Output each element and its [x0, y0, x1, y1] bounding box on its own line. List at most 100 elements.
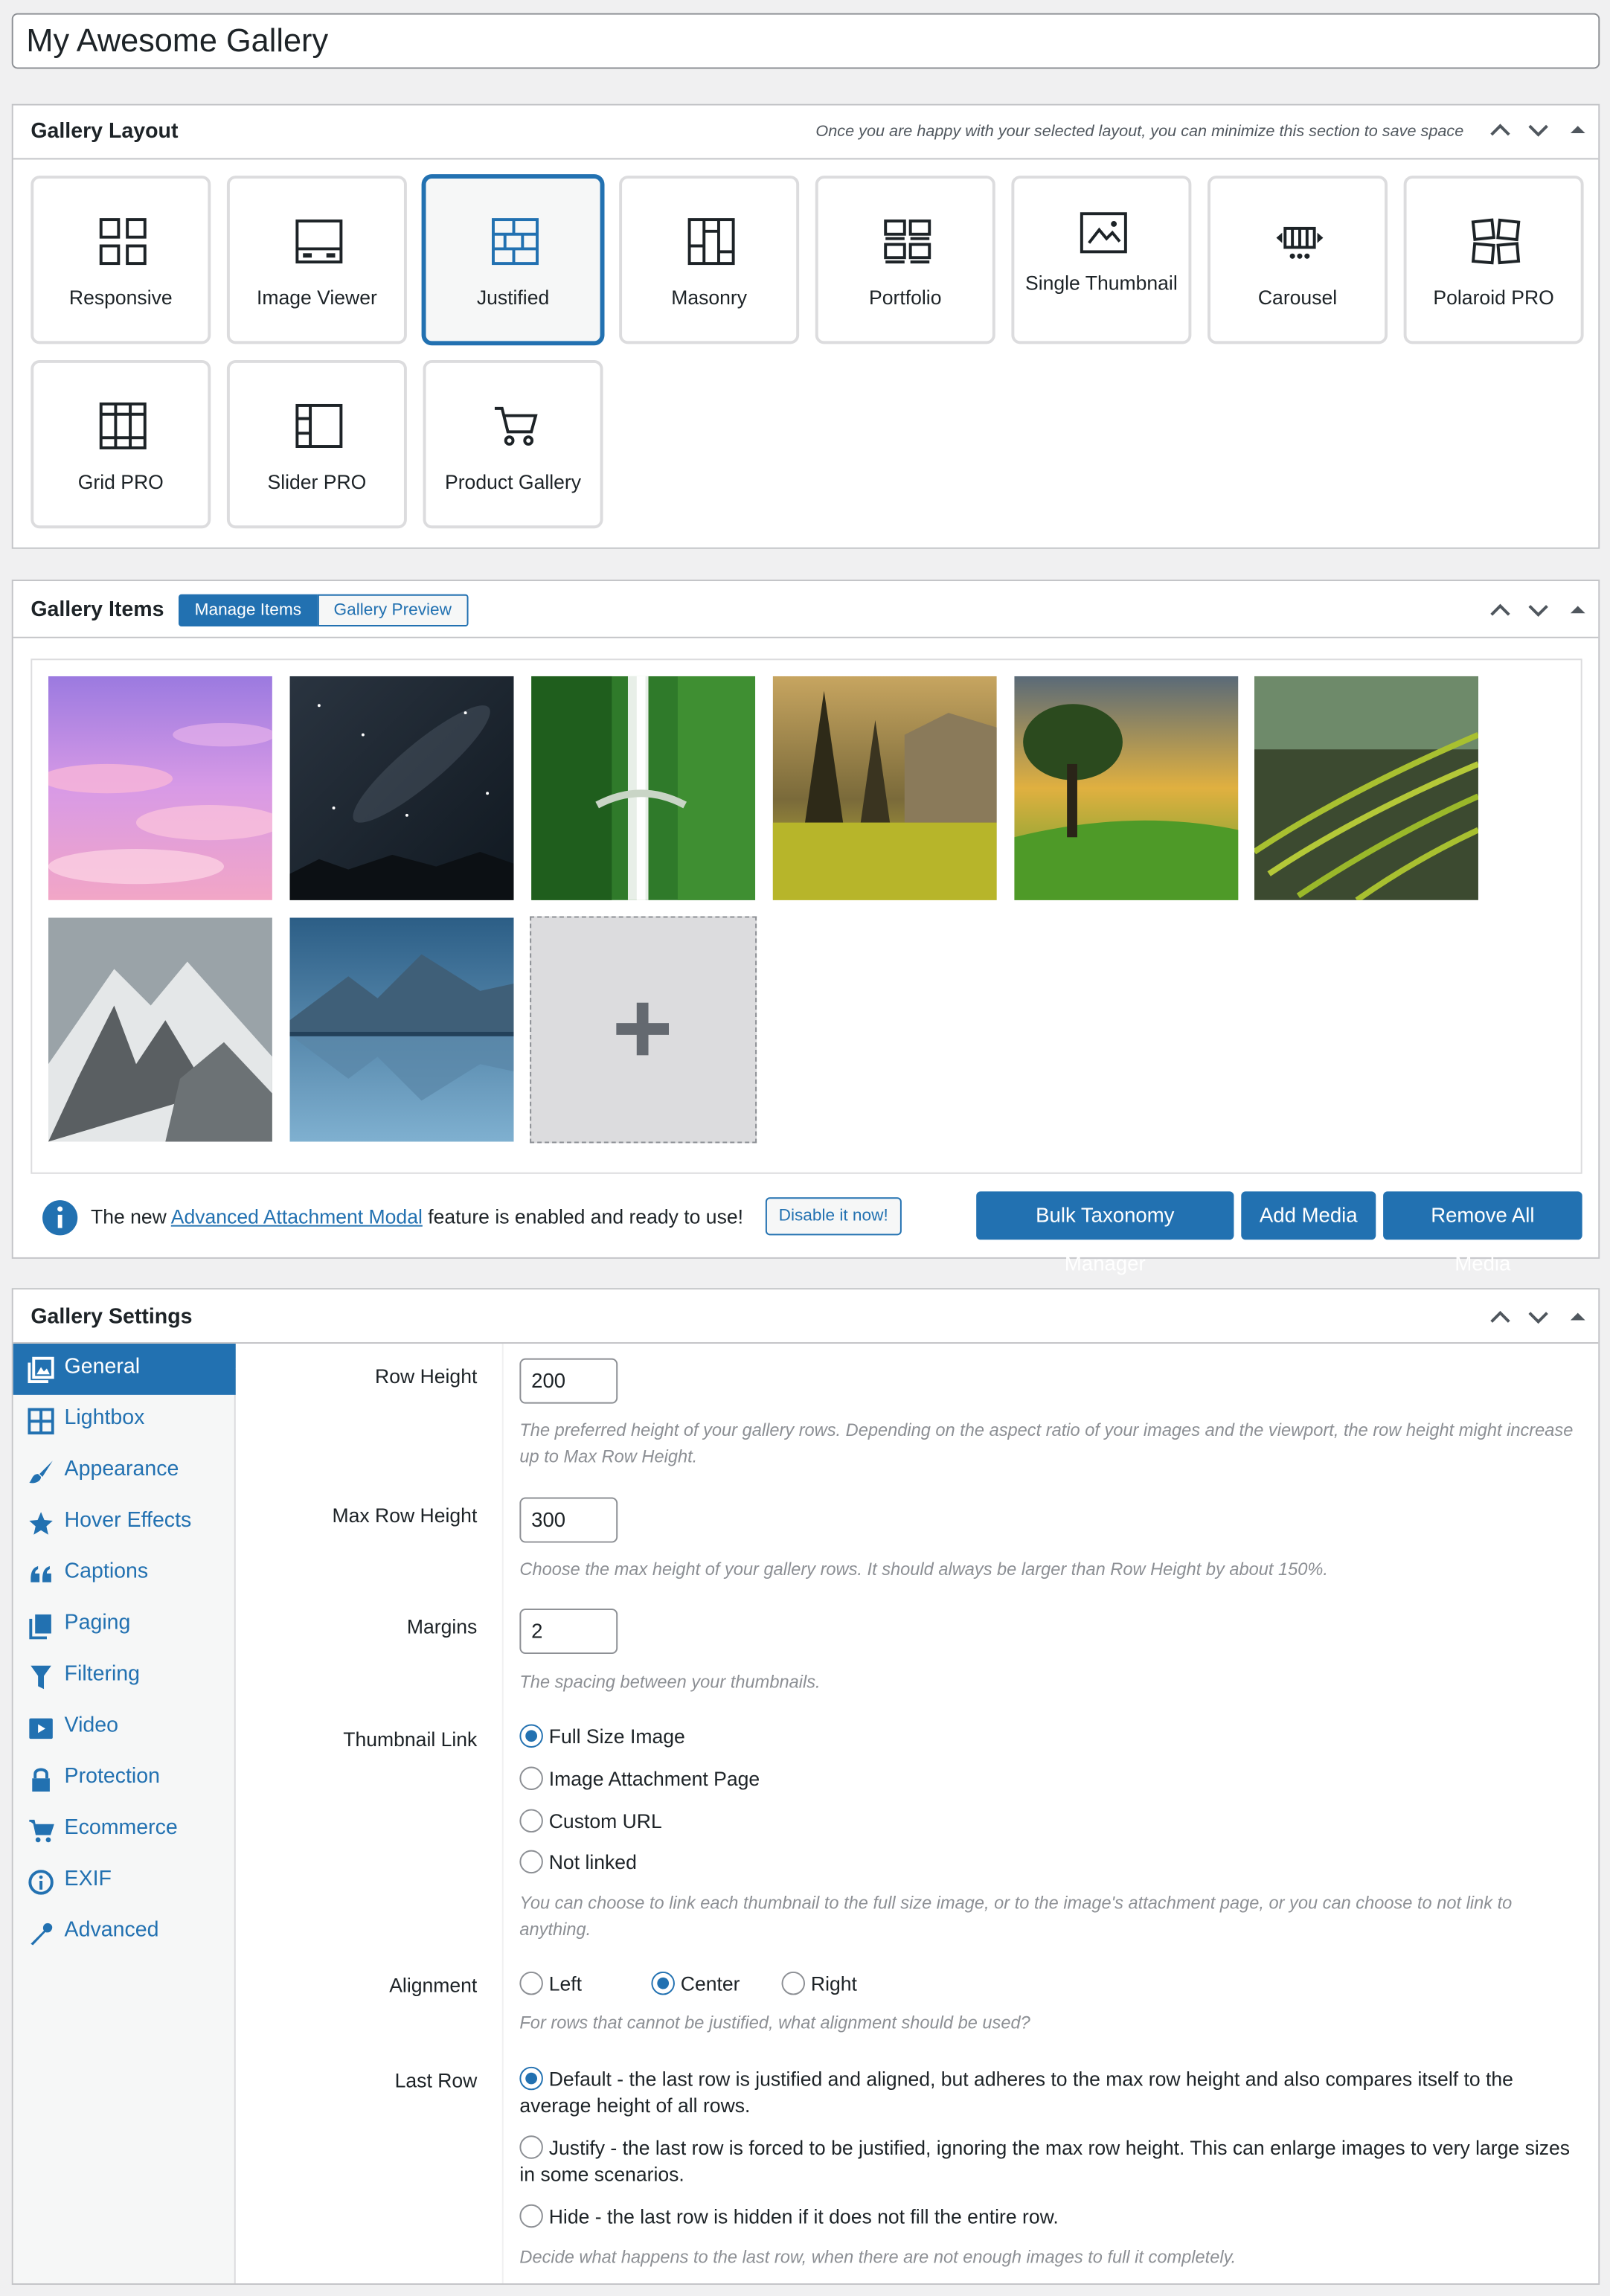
add-media-button[interactable]: Add Media — [1241, 1191, 1376, 1240]
row-height-input[interactable]: 200 — [519, 1358, 618, 1404]
radio-label: Image Attachment Page — [548, 1768, 760, 1791]
nav-filtering[interactable]: Filtering — [13, 1651, 236, 1702]
nav-label: Hover Effects — [64, 1509, 192, 1533]
gallery-thumbnail[interactable] — [289, 676, 514, 900]
nav-appearance[interactable]: Appearance — [13, 1446, 236, 1498]
brush-icon — [29, 1460, 53, 1484]
nav-general[interactable]: General — [13, 1343, 248, 1395]
nav-label: Filtering — [64, 1662, 141, 1687]
filter-icon — [31, 1665, 51, 1690]
nav-advanced[interactable]: Advanced — [13, 1907, 236, 1958]
layout-tile-masonry[interactable]: Masonry — [619, 176, 800, 344]
polaroid-icon — [1471, 218, 1521, 265]
margins-help: The spacing between your thumbnails. — [519, 1671, 821, 1693]
move-down-icon[interactable] — [1522, 1301, 1554, 1333]
tab-gallery-preview[interactable]: Gallery Preview — [317, 594, 468, 627]
move-down-icon[interactable] — [1522, 594, 1554, 626]
gallery-title-input[interactable]: My Awesome Gallery — [11, 13, 1600, 69]
move-up-icon[interactable] — [1484, 114, 1516, 146]
masonry-icon — [687, 218, 735, 266]
margins-input[interactable]: 2 — [519, 1609, 618, 1655]
disable-it-now-button[interactable]: Disable it now! — [765, 1197, 902, 1236]
move-up-icon[interactable] — [1484, 594, 1516, 626]
tab-manage-items[interactable]: Manage Items — [179, 594, 318, 627]
nav-paging[interactable]: Paging — [13, 1600, 236, 1651]
tile-label: Masonry — [671, 286, 748, 310]
row-height-label: Row Height — [375, 1365, 478, 1388]
radio-label: Not linked — [548, 1851, 637, 1874]
nav-lightbox[interactable]: Lightbox — [13, 1395, 236, 1446]
alignment-radio-center[interactable] — [651, 1971, 675, 1995]
plus-icon — [616, 1002, 670, 1056]
max-row-height-input[interactable]: 300 — [519, 1497, 618, 1543]
gallery-thumbnail[interactable] — [1254, 676, 1478, 900]
nav-label: Advanced — [64, 1919, 159, 1943]
add-item-tile[interactable] — [530, 916, 757, 1144]
nav-label: General — [64, 1355, 141, 1379]
toggle-panel-icon[interactable] — [1566, 1301, 1589, 1333]
panel-header: Gallery Settings — [13, 1289, 1599, 1344]
nav-label: Lightbox — [64, 1406, 145, 1431]
tile-label: Portfolio — [869, 286, 942, 310]
notice-text: feature is enabled and ready to use! — [422, 1206, 744, 1228]
gallery-thumbnail[interactable] — [772, 676, 997, 900]
cart-icon — [29, 1819, 54, 1843]
nav-hover-effects[interactable]: Hover Effects — [13, 1498, 236, 1549]
nav-exif[interactable]: EXIF — [13, 1856, 236, 1908]
quote-icon — [31, 1566, 51, 1582]
tile-label: Product Gallery — [444, 471, 582, 493]
lock-icon — [32, 1768, 50, 1792]
nav-ecommerce[interactable]: Ecommerce — [13, 1805, 236, 1856]
layout-tile-single-thumbnail[interactable]: Single Thumbnail — [1011, 176, 1192, 344]
panel-header: Gallery Layout Once you are happy with y… — [13, 106, 1599, 160]
gallery-thumbnail[interactable] — [531, 676, 756, 900]
max-row-height-label: Max Row Height — [332, 1504, 478, 1527]
layout-tile-justified[interactable]: Justified — [423, 176, 603, 344]
thumbnail-link-radio-custom-url[interactable] — [519, 1809, 543, 1833]
layout-tile-product-gallery[interactable]: Product Gallery — [423, 359, 603, 529]
bulk-taxonomy-manager-button[interactable]: Bulk Taxonomy Manager — [976, 1191, 1234, 1275]
nav-label: EXIF — [64, 1867, 112, 1891]
panel-header: Gallery Items Manage Items Gallery Previ… — [13, 581, 1599, 638]
tile-label: Justified — [476, 286, 550, 310]
nav-label: Paging — [64, 1611, 131, 1635]
thumbnail-link-radio-full-size[interactable] — [519, 1724, 543, 1748]
radio-label: Default - the last row is justified and … — [519, 2068, 1513, 2117]
settings-label-column — [237, 1343, 504, 2283]
tile-label: Carousel — [1257, 286, 1338, 310]
advanced-attachment-modal-link[interactable]: Advanced Attachment Modal — [171, 1206, 423, 1228]
nav-captions[interactable]: Captions — [13, 1548, 236, 1600]
info-icon — [42, 1200, 78, 1236]
layout-tile-portfolio[interactable]: Portfolio — [815, 176, 995, 344]
toggle-panel-icon[interactable] — [1566, 114, 1589, 146]
layout-tile-responsive[interactable]: Responsive — [31, 176, 211, 344]
gallery-thumbnail[interactable] — [48, 917, 272, 1142]
alignment-radio-right[interactable] — [781, 1971, 806, 1995]
nav-video[interactable]: Video — [13, 1702, 236, 1754]
move-down-icon[interactable] — [1522, 114, 1554, 146]
image-viewer-icon — [295, 219, 343, 264]
alignment-radio-left[interactable] — [519, 1971, 543, 1995]
layout-tile-carousel[interactable]: Carousel — [1208, 176, 1388, 344]
layout-tile-polaroid[interactable]: Polaroid PRO — [1403, 176, 1584, 344]
nav-label: Appearance — [64, 1458, 179, 1481]
tile-label: Single Thumbnail — [1025, 272, 1178, 295]
gallery-items-panel: Gallery Items Manage Items Gallery Previ… — [11, 580, 1600, 1275]
panel-note: Once you are happy with your selected la… — [815, 123, 1464, 141]
gallery-settings-panel: Gallery Settings General Lightbox Appear… — [11, 1288, 1600, 2285]
thumbnail-link-radio-attachment-page[interactable] — [519, 1766, 543, 1791]
thumbnail-link-radio-not-linked[interactable] — [519, 1850, 543, 1874]
gallery-thumbnail[interactable] — [1014, 676, 1239, 900]
last-row-label: Last Row — [394, 2069, 478, 2092]
move-up-icon[interactable] — [1484, 1301, 1516, 1333]
gallery-thumbnail[interactable] — [48, 676, 272, 900]
toggle-panel-icon[interactable] — [1566, 594, 1589, 626]
remove-all-media-button[interactable]: Remove All Media — [1383, 1191, 1582, 1275]
layout-tile-grid-pro[interactable]: Grid PRO — [31, 359, 211, 529]
gallery-thumbnail[interactable] — [289, 917, 514, 1142]
nav-protection[interactable]: Protection — [13, 1754, 236, 1805]
star-icon — [29, 1512, 53, 1535]
thumbnail-link-label: Thumbnail Link — [343, 1728, 478, 1751]
layout-tile-slider-pro[interactable]: Slider PRO — [226, 359, 407, 529]
layout-tile-image-viewer[interactable]: Image Viewer — [226, 176, 407, 344]
